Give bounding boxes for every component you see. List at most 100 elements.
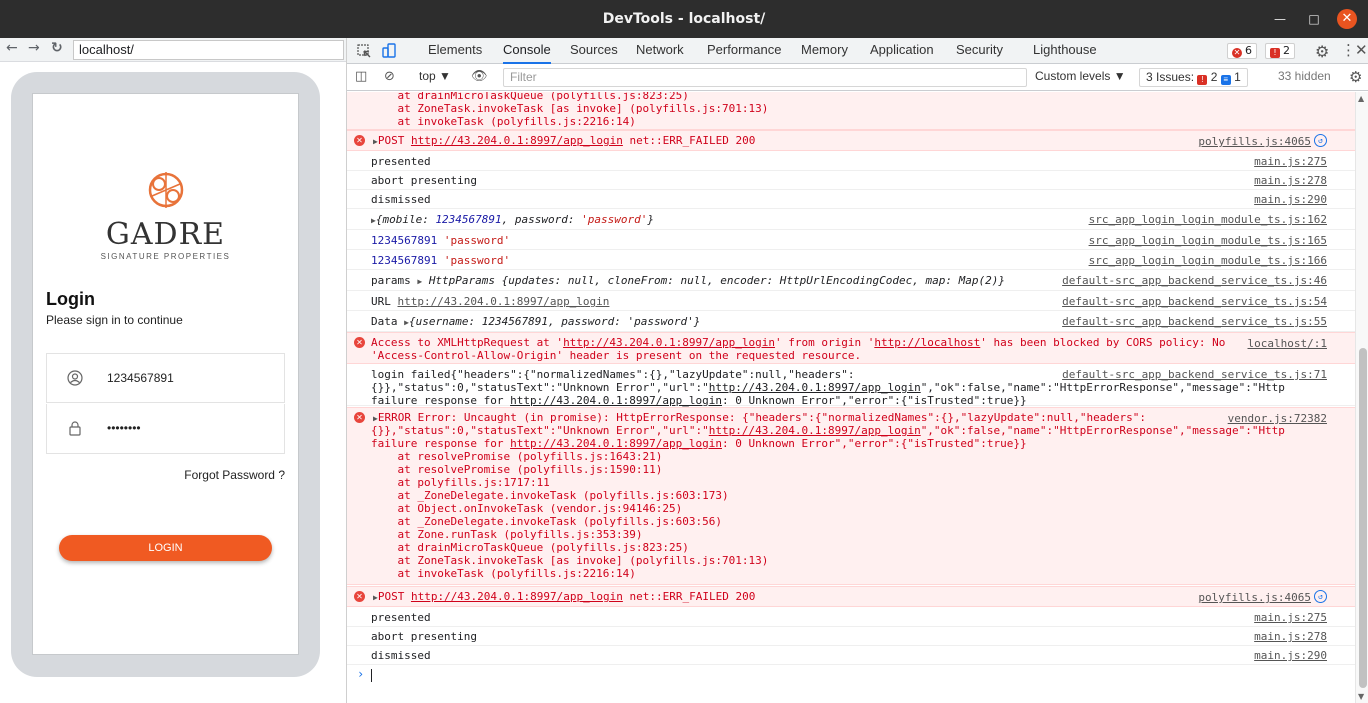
source-link[interactable]: vendor.js:72382 — [1228, 412, 1327, 425]
source-link[interactable]: main.js:290 — [1254, 193, 1327, 206]
device-toolbar-icon[interactable] — [382, 43, 398, 59]
tab-elements[interactable]: Elements — [428, 38, 482, 64]
source-link[interactable]: localhost/:1 — [1248, 337, 1327, 350]
console-input-caret[interactable] — [371, 669, 372, 682]
console-log-row: Data ▶{username: 1234567891, password: '… — [347, 311, 1355, 332]
logo-tagline: SIGNATURE PROPERTIES — [100, 252, 231, 261]
error-x-icon: ✕ — [354, 337, 365, 348]
scroll-down-icon[interactable]: ▼ — [1358, 692, 1364, 701]
console-toolbar: ◫ ⊘ top ▼ 👁 Filter Custom levels ▼ 3 Iss… — [347, 64, 1368, 91]
source-link[interactable]: main.js:275 — [1254, 155, 1327, 168]
post-status: net::ERR_FAILED 200 — [622, 134, 756, 147]
error-count-badge[interactable]: ✕ 6 — [1227, 43, 1257, 59]
source-link[interactable]: polyfills.js:4065 — [1198, 135, 1311, 148]
log-text: abort presenting — [371, 630, 477, 643]
phone-frame: GADRE SIGNATURE PROPERTIES Login Please … — [11, 72, 320, 677]
console-error-cors: ✕ Access to XMLHttpRequest at 'http://43… — [347, 332, 1355, 364]
login-failed-line: {}},"status":0,"statusText":"Unknown Err… — [371, 381, 1285, 394]
source-link[interactable]: polyfills.js:4065 — [1198, 591, 1311, 604]
issues-button[interactable]: 3 Issues: ! 2 ≡ 1 — [1139, 68, 1248, 87]
address-input[interactable]: localhost/ — [73, 40, 344, 60]
tab-performance[interactable]: Performance — [707, 38, 781, 64]
log-text: 1234567891 'password' — [371, 254, 1175, 267]
console-filter-input[interactable]: Filter — [503, 68, 1027, 87]
source-link[interactable]: default-src_app_backend_service_ts.js:54 — [1062, 295, 1327, 308]
login-button[interactable]: LOGIN — [59, 535, 272, 561]
source-link[interactable]: src_app_login_login_module_ts.js:166 — [1089, 254, 1327, 267]
url-link[interactable]: http://43.204.0.1:8997/app_login — [510, 394, 722, 407]
log-text: failure response for — [371, 394, 511, 407]
more-options-icon[interactable]: ⋮ — [1341, 41, 1356, 59]
lock-icon — [69, 421, 81, 436]
stack-line: at resolvePromise (polyfills.js:1643:21) — [371, 450, 663, 463]
source-link[interactable]: main.js:275 — [1254, 611, 1327, 624]
error-text: failure response for — [371, 437, 511, 450]
source-link[interactable]: default-src_app_backend_service_ts.js:46 — [1062, 274, 1327, 287]
back-arrow-icon[interactable]: ← — [6, 40, 18, 56]
stack-line: at polyfills.js:1717:11 — [371, 476, 550, 489]
stack-line: at ZoneTask.invokeTask [as invoke] (poly… — [371, 102, 769, 115]
tab-console[interactable]: Console — [503, 38, 551, 64]
issue-count-badge[interactable]: ! 2 — [1265, 43, 1295, 59]
log-levels-dropdown[interactable]: Custom levels ▼ — [1035, 69, 1126, 83]
url-link[interactable]: http://43.204.0.1:8997/app_login — [709, 381, 921, 394]
console-log-row: 1234567891 'password' src_app_login_logi… — [347, 230, 1355, 250]
network-request-icon[interactable]: ↺ — [1314, 134, 1327, 147]
hidden-messages-count: 33 hidden — [1278, 69, 1331, 83]
source-link[interactable]: main.js:290 — [1254, 649, 1327, 662]
context-selector[interactable]: top ▼ — [419, 69, 451, 83]
login-failed-line: failure response for http://43.204.0.1:8… — [371, 394, 1175, 407]
password-field[interactable]: •••••••• — [46, 404, 285, 454]
log-object: ▶{mobile: 1234567891, password: 'passwor… — [371, 213, 655, 226]
tab-network[interactable]: Network — [636, 38, 684, 64]
source-link[interactable]: src_app_login_login_module_ts.js:162 — [1089, 213, 1327, 226]
tab-lighthouse[interactable]: Lighthouse — [1033, 38, 1097, 64]
url-link[interactable]: http://43.204.0.1:8997/app_login — [709, 424, 921, 437]
url-link[interactable]: http://43.204.0.1:8997/app_login — [398, 295, 610, 308]
post-url-link[interactable]: http://43.204.0.1:8997/app_login — [411, 134, 623, 147]
minimize-icon[interactable]: — — [1270, 9, 1290, 29]
clear-console-icon[interactable]: ⊘ — [384, 69, 395, 84]
error-text: ","ok":false,"name":"HttpErrorResponse",… — [920, 424, 1285, 437]
gadre-logo-icon — [148, 172, 184, 208]
console-settings-gear-icon[interactable]: ⚙ — [1349, 68, 1362, 86]
inspect-element-icon[interactable] — [356, 43, 372, 59]
source-link[interactable]: default-src_app_backend_service_ts.js:55 — [1062, 315, 1327, 328]
forgot-password-link[interactable]: Forgot Password ? — [184, 468, 285, 482]
post-url-link[interactable]: http://43.204.0.1:8997/app_login — [411, 590, 623, 603]
object-key: , password: — [501, 213, 582, 226]
scroll-up-icon[interactable]: ▲ — [1358, 94, 1364, 103]
sidebar-toggle-icon[interactable]: ◫ — [355, 69, 367, 84]
url-link[interactable]: http://43.204.0.1:8997/app_login — [510, 437, 722, 450]
console-scrollbar[interactable]: ▲ ▼ — [1355, 92, 1368, 703]
source-link[interactable]: src_app_login_login_module_ts.js:165 — [1089, 234, 1327, 247]
close-window-icon[interactable]: ✕ — [1337, 9, 1357, 29]
tab-memory[interactable]: Memory — [801, 38, 848, 64]
source-link[interactable]: main.js:278 — [1254, 174, 1327, 187]
console-log-row: URL http://43.204.0.1:8997/app_login def… — [347, 291, 1355, 311]
tab-security[interactable]: Security — [956, 38, 1003, 64]
live-expression-eye-icon[interactable]: 👁 — [471, 69, 488, 84]
post-method: POST — [377, 134, 411, 147]
close-devtools-icon[interactable]: ✕ — [1355, 41, 1368, 59]
source-link[interactable]: default-src_app_backend_service_ts.js:71 — [1062, 368, 1327, 381]
console-output[interactable]: at drainMicroTaskQueue (polyfills.js:823… — [347, 92, 1355, 703]
console-log-row: params ▶ HttpParams {updates: null, clon… — [347, 270, 1355, 291]
cors-text: ' from origin ' — [774, 336, 875, 349]
settings-gear-icon[interactable]: ⚙ — [1315, 42, 1329, 61]
network-request-icon[interactable]: ↺ — [1314, 590, 1327, 603]
login-failed-line: login failed{"headers":{"normalizedNames… — [371, 368, 855, 381]
forward-arrow-icon[interactable]: → — [28, 40, 40, 56]
cors-origin-link[interactable]: http://localhost — [874, 336, 980, 349]
cors-url-link[interactable]: http://43.204.0.1:8997/app_login — [563, 336, 775, 349]
source-link[interactable]: main.js:278 — [1254, 630, 1327, 643]
tab-sources[interactable]: Sources — [570, 38, 618, 64]
console-error-post: ✕ ▶POST http://43.204.0.1:8997/app_login… — [347, 130, 1355, 151]
tab-application[interactable]: Application — [870, 38, 934, 64]
reload-icon[interactable]: ↻ — [51, 40, 63, 56]
mobile-field[interactable]: 1234567891 — [46, 353, 285, 403]
window-titlebar: DevTools - localhost/ — □ ✕ — [0, 0, 1368, 38]
maximize-icon[interactable]: □ — [1304, 9, 1324, 29]
scrollbar-thumb[interactable] — [1359, 348, 1367, 688]
expand-triangle-icon[interactable]: ▶ — [417, 277, 422, 286]
